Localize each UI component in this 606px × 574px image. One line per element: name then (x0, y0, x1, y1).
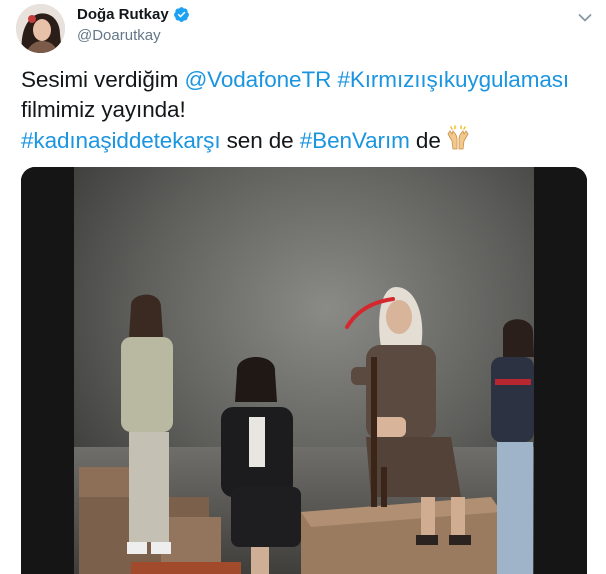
text-segment: Sesimi verdiğim (21, 67, 185, 92)
text-segment: sen de (220, 128, 300, 153)
hashtag-link[interactable]: #BenVarım (300, 128, 410, 153)
text-segment: filmimiz yayında! (21, 97, 186, 122)
display-name[interactable]: Doğa Rutkay (77, 6, 169, 23)
video-frame-icon (21, 167, 587, 574)
video-player[interactable] (21, 167, 587, 574)
verified-badge-icon (173, 6, 190, 23)
profile-photo-icon (16, 4, 65, 53)
avatar[interactable] (16, 4, 65, 53)
hashtag-link[interactable]: #kadınaşiddetekarşı (21, 128, 221, 153)
chevron-down-icon[interactable] (578, 10, 592, 22)
mention-link[interactable]: @VodafoneTR (184, 67, 331, 92)
tweet-text: Sesimi verdiğim @VodafoneTR #Kırmızıışık… (21, 65, 591, 159)
hashtag-link[interactable]: #Kırmızıışıkuygulaması (337, 67, 569, 92)
text-segment: de (409, 128, 441, 153)
raising-hands-emoji-icon (445, 125, 471, 159)
handle[interactable]: @Doarutkay (77, 27, 161, 44)
